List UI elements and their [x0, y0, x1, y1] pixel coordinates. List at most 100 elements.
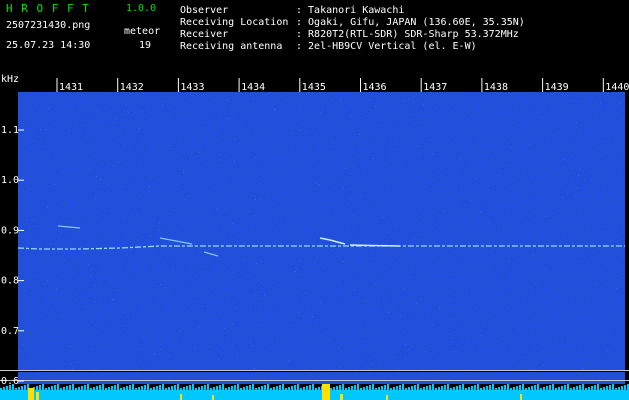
activity-spike [180, 388, 182, 390]
activity-spike [330, 388, 332, 390]
activity-spike [90, 388, 92, 390]
activity-spike [477, 384, 479, 390]
meteor-echo-5 [349, 244, 401, 247]
activity-spike [420, 388, 422, 390]
activity-spike [396, 386, 398, 390]
activity-spike [621, 386, 623, 390]
activity-spike [483, 387, 485, 390]
activity-spike [534, 385, 536, 390]
activity-spike [237, 384, 239, 390]
activity-spike [333, 387, 335, 390]
activity-spike [456, 386, 458, 390]
activity-spike [411, 386, 413, 390]
activity-spike [579, 385, 581, 390]
activity-spike [78, 387, 80, 390]
activity-spike [519, 385, 521, 390]
activity-spike [12, 384, 14, 390]
activity-spike [516, 386, 518, 390]
activity-spike [177, 384, 179, 390]
activity-spike [603, 387, 605, 390]
activity-spike [39, 385, 41, 390]
activity-spike [141, 386, 143, 390]
activity-spike [537, 384, 539, 390]
activity-spike [336, 386, 338, 390]
activity-spike [441, 386, 443, 390]
y-axis-tick-label: 0.8 [1, 276, 19, 287]
activity-spike [513, 387, 515, 390]
activity-spike [615, 388, 617, 390]
activity-spike [342, 384, 344, 390]
activity-spike [102, 384, 104, 390]
activity-spike [306, 386, 308, 390]
activity-spike [198, 387, 200, 390]
activity-spike [132, 384, 134, 390]
activity-spike [144, 385, 146, 390]
activity-spike [192, 384, 194, 390]
activity-spike [213, 387, 215, 390]
activity-peak [180, 394, 182, 400]
activity-spike [9, 385, 11, 390]
activity-spike [300, 388, 302, 390]
activity-spike [84, 385, 86, 390]
x-axis-tick-label: 1432 [120, 82, 144, 93]
activity-spike [612, 384, 614, 390]
x-axis-tick-label: 1440 [605, 82, 629, 93]
activity-spike [150, 388, 152, 390]
activity-spike [357, 384, 359, 390]
activity-spike [474, 385, 476, 390]
activity-spike [201, 386, 203, 390]
activity-spike [120, 388, 122, 390]
activity-spike [0, 388, 2, 390]
activity-spike [465, 388, 467, 390]
activity-spike [165, 388, 167, 390]
activity-spike [153, 387, 155, 390]
activity-spike [117, 384, 119, 390]
spectrogram: 1431 1432 1433 1434 1435 1436 1437 1438 1439 1440… [0, 74, 629, 400]
activity-spike [360, 388, 362, 390]
activity-spike [297, 384, 299, 390]
activity-spike [489, 385, 491, 390]
x-axis-tick-label: 1439 [545, 82, 569, 93]
activity-spike [270, 388, 272, 390]
activity-spike [123, 387, 125, 390]
activity-spike [291, 386, 293, 390]
activity-spike [417, 384, 419, 390]
activity-spike [426, 386, 428, 390]
activity-spike [501, 386, 503, 390]
activity-spike [264, 385, 266, 390]
activity-spike [108, 387, 110, 390]
activity-spike [282, 384, 284, 390]
activity-spike [312, 384, 314, 390]
x-axis-tick-label: 1436 [363, 82, 387, 93]
activity-spike [588, 387, 590, 390]
activity-spike [267, 384, 269, 390]
activity-spike [462, 384, 464, 390]
activity-spike [564, 385, 566, 390]
activity-spike [228, 387, 230, 390]
activity-spike [51, 386, 53, 390]
activity-spike [168, 387, 170, 390]
activity-spike [42, 384, 44, 390]
activity-spike [6, 386, 8, 390]
activity-spike [561, 386, 563, 390]
activity-spike [81, 386, 83, 390]
activity-spike [204, 385, 206, 390]
activity-spike [354, 385, 356, 390]
activity-spike [234, 385, 236, 390]
activity-spike [171, 386, 173, 390]
activity-spike [384, 385, 386, 390]
activity-spike [402, 384, 404, 390]
activity-spike [48, 387, 50, 390]
activity-spike [261, 386, 263, 390]
activity-peak [386, 395, 388, 400]
activity-spike [366, 386, 368, 390]
y-unit-label: kHz [1, 74, 19, 85]
activity-spike [531, 386, 533, 390]
activity-spike [447, 384, 449, 390]
activity-peak [212, 395, 214, 400]
activity-spike [498, 387, 500, 390]
activity-spike [609, 385, 611, 390]
activity-spike [432, 384, 434, 390]
activity-spike [546, 386, 548, 390]
activity-spike [24, 385, 26, 390]
